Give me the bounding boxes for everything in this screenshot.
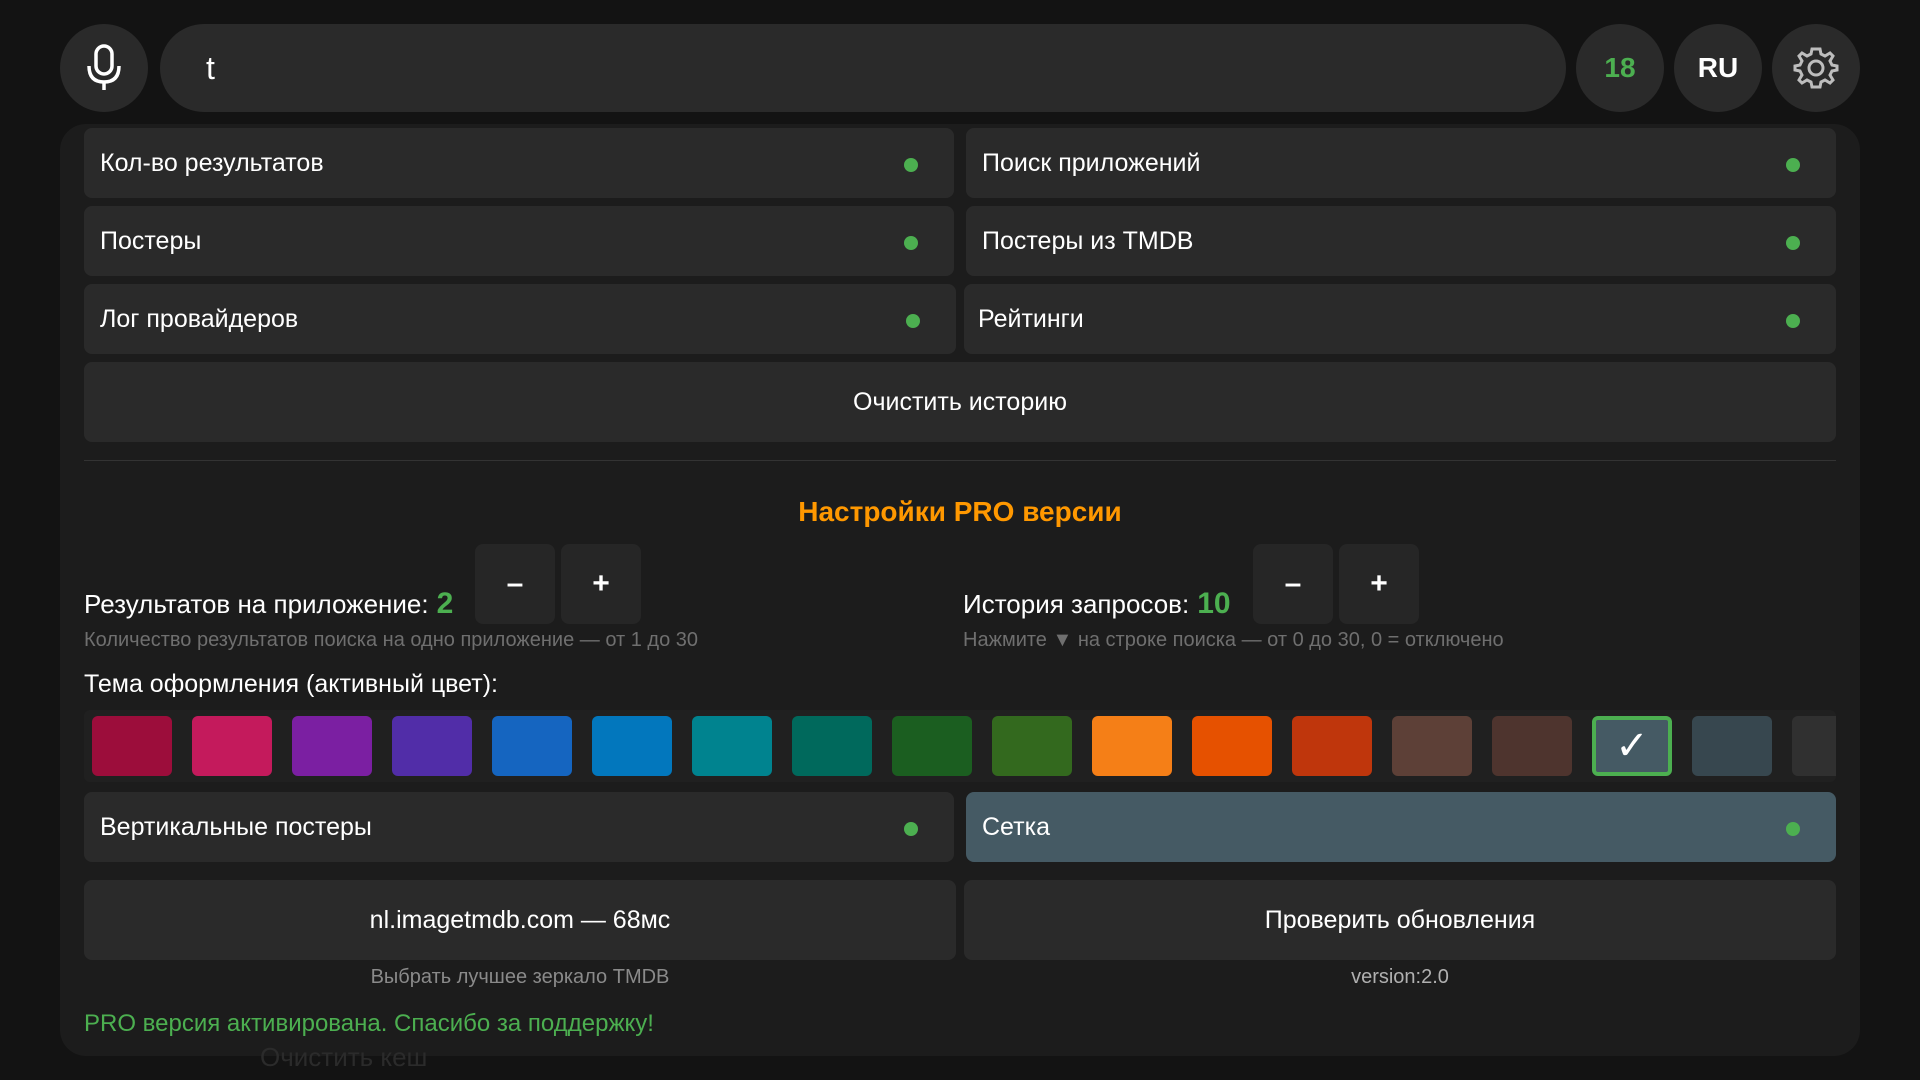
results-per-app-value: 2 (436, 587, 454, 620)
status-dot (1786, 236, 1800, 250)
toggle-label: Постеры из TMDB (982, 226, 1194, 255)
theme-color-swatch[interactable] (192, 716, 272, 776)
toggle-posters[interactable]: Постеры (84, 206, 954, 276)
top-bar: t 18 RU (60, 24, 1860, 112)
theme-label: Тема оформления (активный цвет): (84, 670, 498, 698)
results-per-app-minus-button[interactable]: – (475, 544, 555, 624)
microphone-button[interactable] (60, 24, 148, 112)
history-minus-button[interactable]: – (1253, 544, 1333, 624)
results-per-app-text: Результатов на приложение: (84, 588, 429, 619)
theme-color-swatch[interactable] (792, 716, 872, 776)
toggle-vertical-posters[interactable]: Вертикальные постеры (84, 792, 954, 862)
theme-color-swatch[interactable] (492, 716, 572, 776)
toggle-results-count[interactable]: Кол-во результатов (84, 128, 954, 198)
history-hint: Нажмите ▼ на строке поиска — от 0 до 30,… (963, 629, 1504, 651)
theme-color-swatch[interactable] (1492, 716, 1572, 776)
status-dot (1786, 822, 1800, 836)
tmdb-mirror-button[interactable]: nl.imagetmdb.com — 68мс (84, 880, 956, 960)
pro-activated-message: PRO версия активирована. Спасибо за подд… (84, 1010, 654, 1037)
status-dot (906, 314, 920, 328)
theme-color-swatch[interactable] (92, 716, 172, 776)
status-dot (1786, 314, 1800, 328)
toggle-grid[interactable]: Сетка (966, 792, 1836, 862)
results-per-app-hint: Количество результатов поиска на одно пр… (84, 629, 699, 651)
toggle-label: Кол-во результатов (100, 148, 324, 177)
settings-button[interactable] (1772, 24, 1860, 112)
search-input-value: t (206, 49, 215, 86)
checkmark-icon: ✓ (1615, 724, 1649, 768)
status-dot (904, 822, 918, 836)
theme-color-swatch[interactable] (292, 716, 372, 776)
theme-color-swatch[interactable] (392, 716, 472, 776)
theme-color-swatch[interactable] (1792, 716, 1836, 776)
gear-icon (1793, 45, 1839, 91)
language-button[interactable]: RU (1674, 24, 1762, 112)
microphone-icon (84, 44, 124, 92)
toggle-label: Поиск приложений (982, 148, 1201, 177)
theme-color-swatch[interactable]: ✓ (1592, 716, 1672, 776)
results-per-app-plus-button[interactable]: + (561, 544, 641, 624)
toggle-ratings[interactable]: Рейтинги (964, 284, 1836, 354)
clear-history-button[interactable]: Очистить историю (84, 362, 1836, 442)
theme-color-swatch[interactable] (892, 716, 972, 776)
status-dot (1786, 158, 1800, 172)
theme-color-swatch[interactable] (1292, 716, 1372, 776)
toggle-tmdb-posters[interactable]: Постеры из TMDB (966, 206, 1836, 276)
toggle-label: Лог провайдеров (100, 304, 299, 333)
clear-cache-button[interactable]: Очистить кеш (260, 1042, 427, 1073)
toggle-label: Сетка (982, 812, 1050, 841)
toggle-label: Постеры (100, 226, 202, 255)
theme-color-swatch[interactable] (692, 716, 772, 776)
history-text: История запросов: (963, 588, 1190, 619)
status-dot (904, 158, 918, 172)
mirror-hint: Выбрать лучшее зеркало TMDB (370, 966, 670, 988)
history-plus-button[interactable]: + (1339, 544, 1419, 624)
toggle-app-search[interactable]: Поиск приложений (966, 128, 1836, 198)
theme-color-swatch[interactable] (592, 716, 672, 776)
check-updates-button[interactable]: Проверить обновления (964, 880, 1836, 960)
toggle-provider-log[interactable]: Лог провайдеров (84, 284, 956, 354)
history-value: 10 (1197, 587, 1231, 620)
theme-color-swatch[interactable] (1392, 716, 1472, 776)
theme-color-swatch[interactable] (1092, 716, 1172, 776)
divider (84, 460, 1836, 461)
search-input[interactable]: t (160, 24, 1566, 112)
theme-color-swatch[interactable] (1192, 716, 1272, 776)
settings-panel: Кол-во результатов Поиск приложений Пост… (60, 124, 1860, 1056)
results-count-badge[interactable]: 18 (1576, 24, 1664, 112)
toggle-label: Рейтинги (978, 304, 1084, 333)
status-dot (904, 236, 918, 250)
theme-color-palette: ✓ (84, 710, 1836, 782)
pro-settings-title: Настройки PRO версии (798, 496, 1122, 527)
version-label: version:2.0 (1351, 966, 1449, 988)
theme-color-swatch[interactable] (1692, 716, 1772, 776)
toggle-label: Вертикальные постеры (100, 812, 372, 841)
theme-color-swatch[interactable] (992, 716, 1072, 776)
